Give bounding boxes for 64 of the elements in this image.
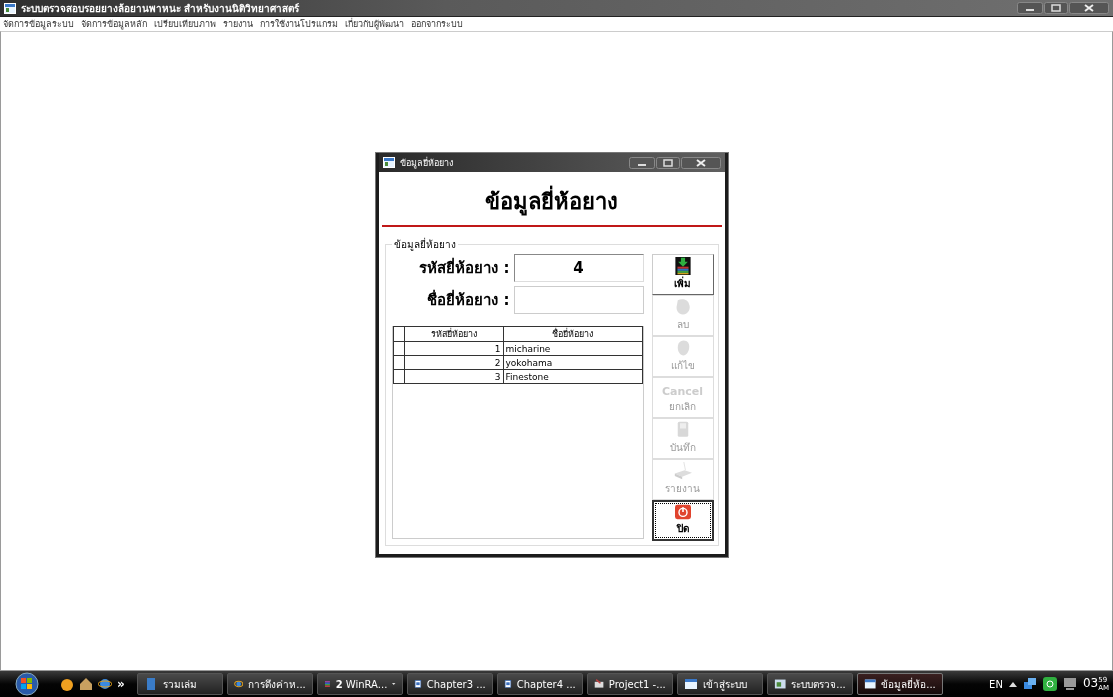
- table-cell: Finestone: [503, 369, 642, 384]
- window-title: ระบบตรวจสอบรอยยางล้อยานพาหนะ สำหรับงานนิติวิทยาศาสตร์: [21, 1, 301, 16]
- taskbar-button[interactable]: Chapter4 ...: [496, 673, 583, 695]
- group-label: ข้อมูลยี่ห้อยาง: [392, 237, 457, 252]
- menu-item[interactable]: จัดการข้อมูลหลัก: [81, 17, 147, 31]
- table-cell: 3: [404, 369, 503, 384]
- menu-item[interactable]: จัดการข้อมูลระบบ: [3, 17, 74, 31]
- table-cell: 1: [404, 341, 503, 356]
- row-header[interactable]: [393, 369, 405, 384]
- app-icon: [773, 677, 787, 691]
- field-label: รหัสยี่ห้อยาง :: [419, 256, 510, 279]
- taskbar-button[interactable]: การดึงค่าห...: [226, 673, 313, 695]
- quick-launch-more[interactable]: »: [117, 677, 125, 691]
- table-cell: micharine: [503, 341, 642, 356]
- document-icon: [503, 677, 512, 691]
- close-icon[interactable]: [680, 156, 721, 169]
- window-icon: [382, 157, 395, 168]
- caret-icon[interactable]: [392, 682, 396, 686]
- monitor-icon[interactable]: [1062, 677, 1077, 691]
- menu-item[interactable]: เกี่ยวกับผู้พัฒนา: [345, 17, 404, 31]
- app-icon: [4, 2, 16, 14]
- row-header[interactable]: [393, 355, 405, 370]
- close-icon[interactable]: [1069, 2, 1109, 14]
- document-icon: [413, 677, 422, 691]
- minimize-icon[interactable]: [628, 156, 655, 169]
- clock-hour: 03: [1082, 676, 1099, 690]
- column-header[interactable]: รหัสยี่ห้อยาง: [404, 326, 503, 342]
- browser-icon[interactable]: [98, 677, 112, 691]
- network-icon[interactable]: [1022, 677, 1037, 691]
- minimize-icon[interactable]: [1017, 2, 1043, 14]
- form-icon: [863, 677, 877, 691]
- row-header: [393, 326, 405, 342]
- taskbar-button[interactable]: ข้อมูลยี่ห้อ...: [856, 673, 943, 695]
- maximize-icon[interactable]: [1044, 2, 1068, 14]
- taskbar-button[interactable]: เข้าสู่ระบบ: [676, 673, 763, 695]
- taskbar-button[interactable]: Chapter3 ...: [406, 673, 493, 695]
- menu-item[interactable]: เปรียบเทียบภาพ: [154, 17, 216, 31]
- name-field[interactable]: [513, 286, 644, 314]
- table-cell: yokohama: [503, 355, 642, 370]
- taskbar-button[interactable]: รวมเล่ม: [136, 673, 223, 695]
- toolbar-button[interactable]: ปิด: [651, 500, 714, 541]
- code-field[interactable]: 4: [513, 254, 644, 282]
- menu-item[interactable]: ออกจากระบบ: [411, 17, 463, 31]
- taskbar-button[interactable]: Project1 -...: [586, 673, 673, 695]
- field-label: ชื่อยี่ห้อยาง :: [427, 288, 510, 311]
- menu-item[interactable]: รายงาน: [223, 17, 253, 31]
- start-orb-icon[interactable]: [12, 672, 42, 696]
- sun-icon[interactable]: [60, 677, 74, 691]
- toolbar-button[interactable]: เพิ่ม: [651, 254, 714, 295]
- table-cell: 2: [404, 355, 503, 370]
- row-header[interactable]: [393, 341, 405, 356]
- menu-item[interactable]: การใช้งานโปรแกรม: [260, 17, 338, 31]
- project-icon: [593, 677, 604, 691]
- form-icon: [683, 677, 698, 691]
- dialog-heading: ข้อมูลยี่ห้อยาง: [381, 172, 722, 225]
- caret-up-icon[interactable]: [1008, 681, 1017, 687]
- column-header[interactable]: ชื่อยี่ห้อยาง: [503, 326, 642, 342]
- maximize-icon[interactable]: [655, 156, 680, 169]
- ring-app-icon[interactable]: [1042, 677, 1057, 691]
- language-indicator[interactable]: EN: [989, 678, 1003, 690]
- taskbar-button[interactable]: 2 WinRA...: [316, 673, 403, 695]
- dialog-title: ข้อมูลยี่ห้อยาง: [399, 156, 454, 170]
- house-icon[interactable]: [79, 677, 93, 691]
- taskbar-button[interactable]: ระบบตรวจ...: [766, 673, 853, 695]
